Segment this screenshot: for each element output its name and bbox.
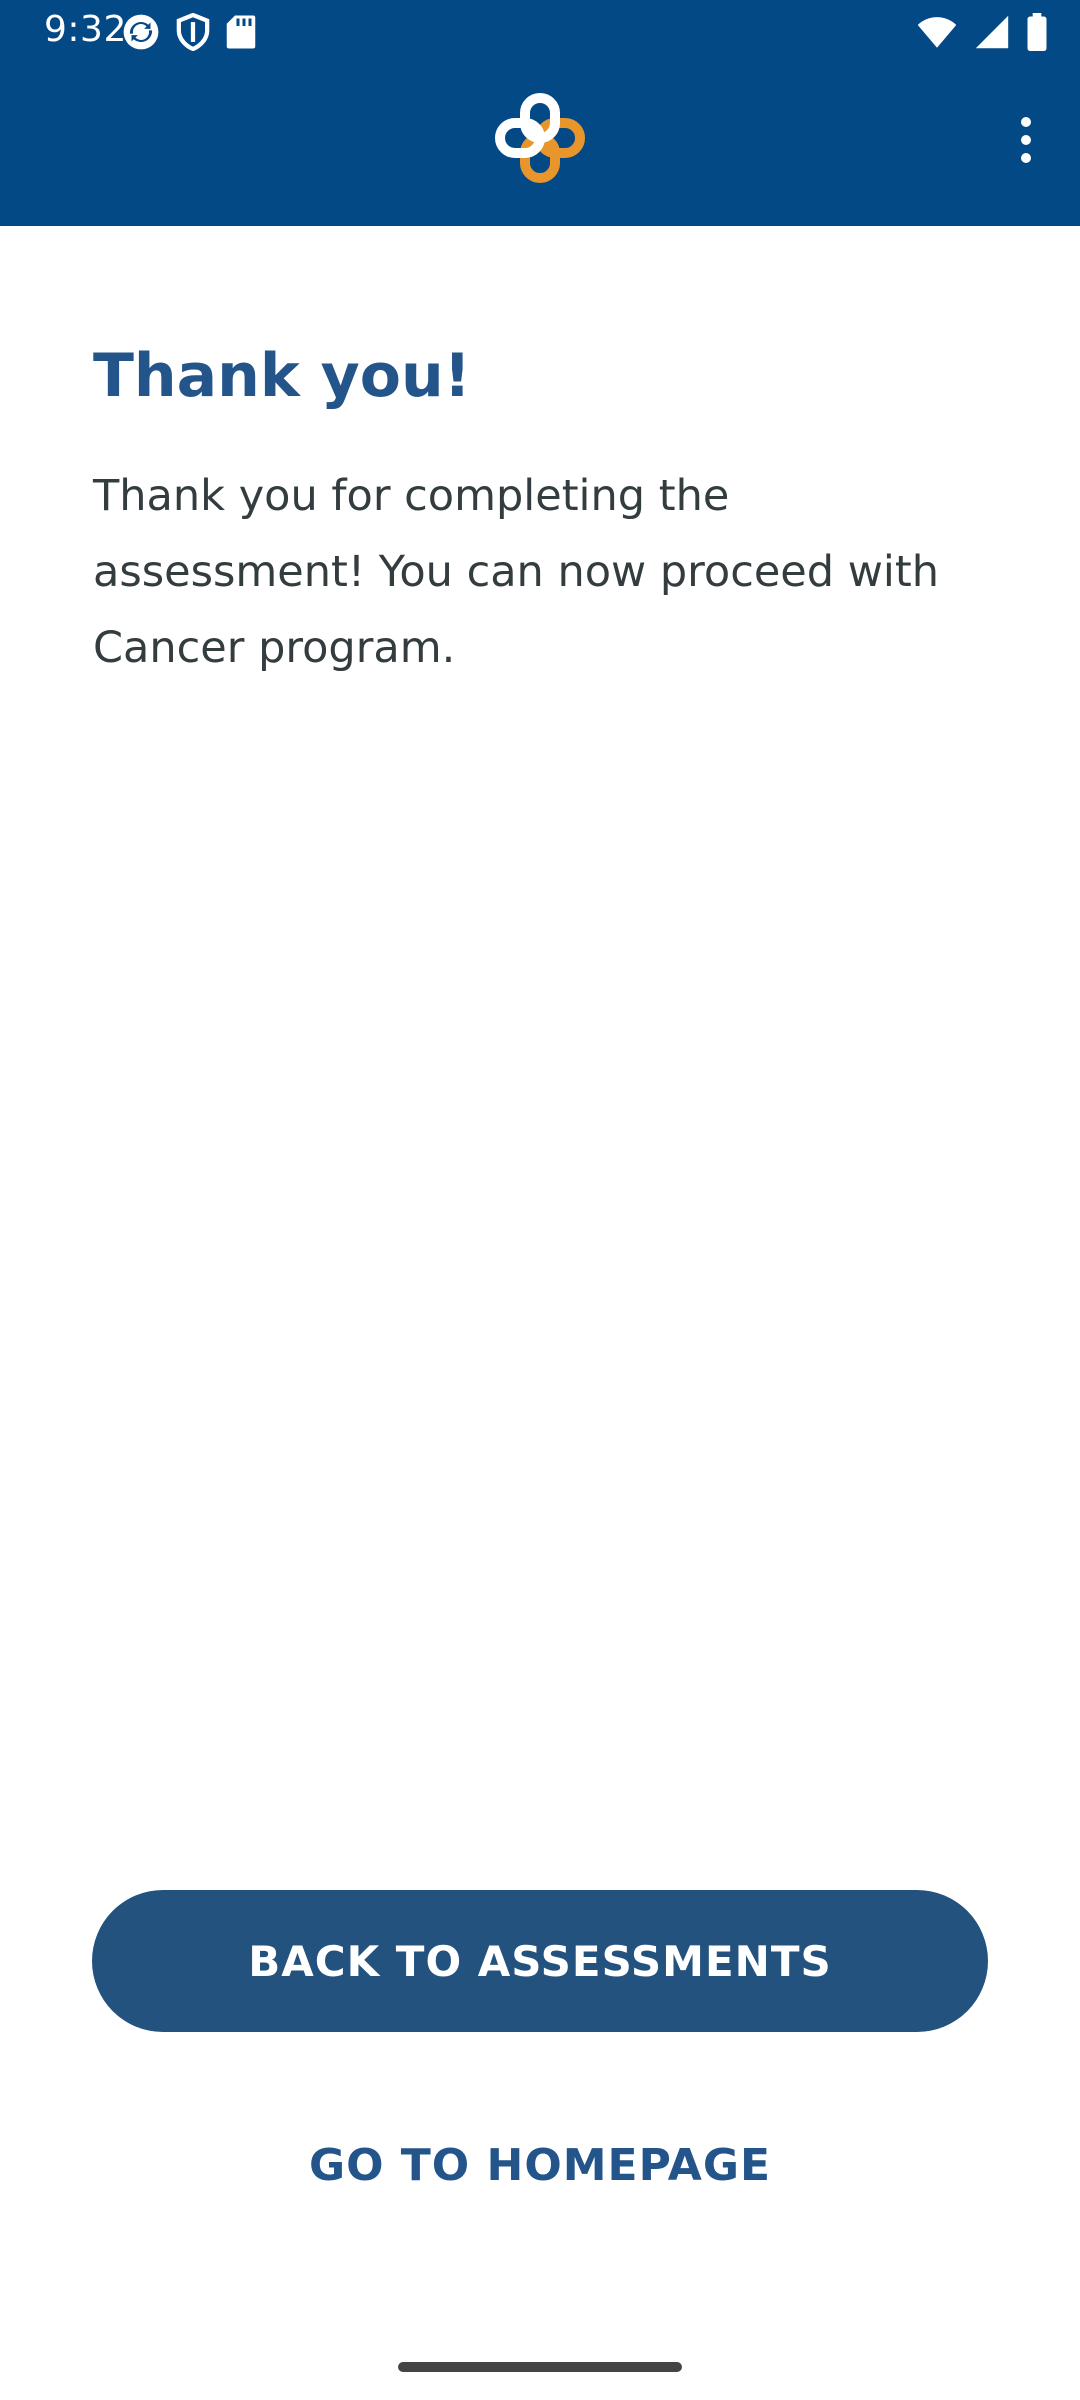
status-right-icons	[900, 12, 1048, 52]
sync-icon	[122, 13, 160, 51]
go-to-homepage-button[interactable]: GO TO HOMEPAGE	[240, 2110, 840, 2220]
menu-dot	[1021, 153, 1031, 163]
wifi-icon	[916, 14, 958, 50]
status-time: 9:32	[44, 9, 127, 50]
back-to-assessments-button[interactable]: BACK TO ASSESSMENTS	[92, 1890, 988, 2032]
shield-icon	[176, 13, 210, 51]
status-bar: 9:32	[0, 0, 1080, 62]
screen: 9:32 Thank you! Thank you for completing…	[0, 0, 1080, 2400]
more-vert-icon[interactable]	[990, 104, 1062, 176]
page-title: Thank you!	[93, 341, 472, 411]
sd-card-icon	[226, 14, 256, 50]
status-left-icons	[122, 12, 272, 52]
gesture-nav-bar[interactable]	[398, 2362, 682, 2372]
medical-cross-logo	[488, 86, 592, 190]
menu-dot	[1021, 117, 1031, 127]
completion-message: Thank you for completing the assessment!…	[93, 471, 939, 673]
battery-icon	[1026, 13, 1048, 51]
app-bar	[0, 62, 1080, 226]
signal-icon	[974, 14, 1010, 50]
main-content: Thank you! Thank you for completing the …	[93, 226, 993, 686]
menu-dot	[1021, 135, 1031, 145]
